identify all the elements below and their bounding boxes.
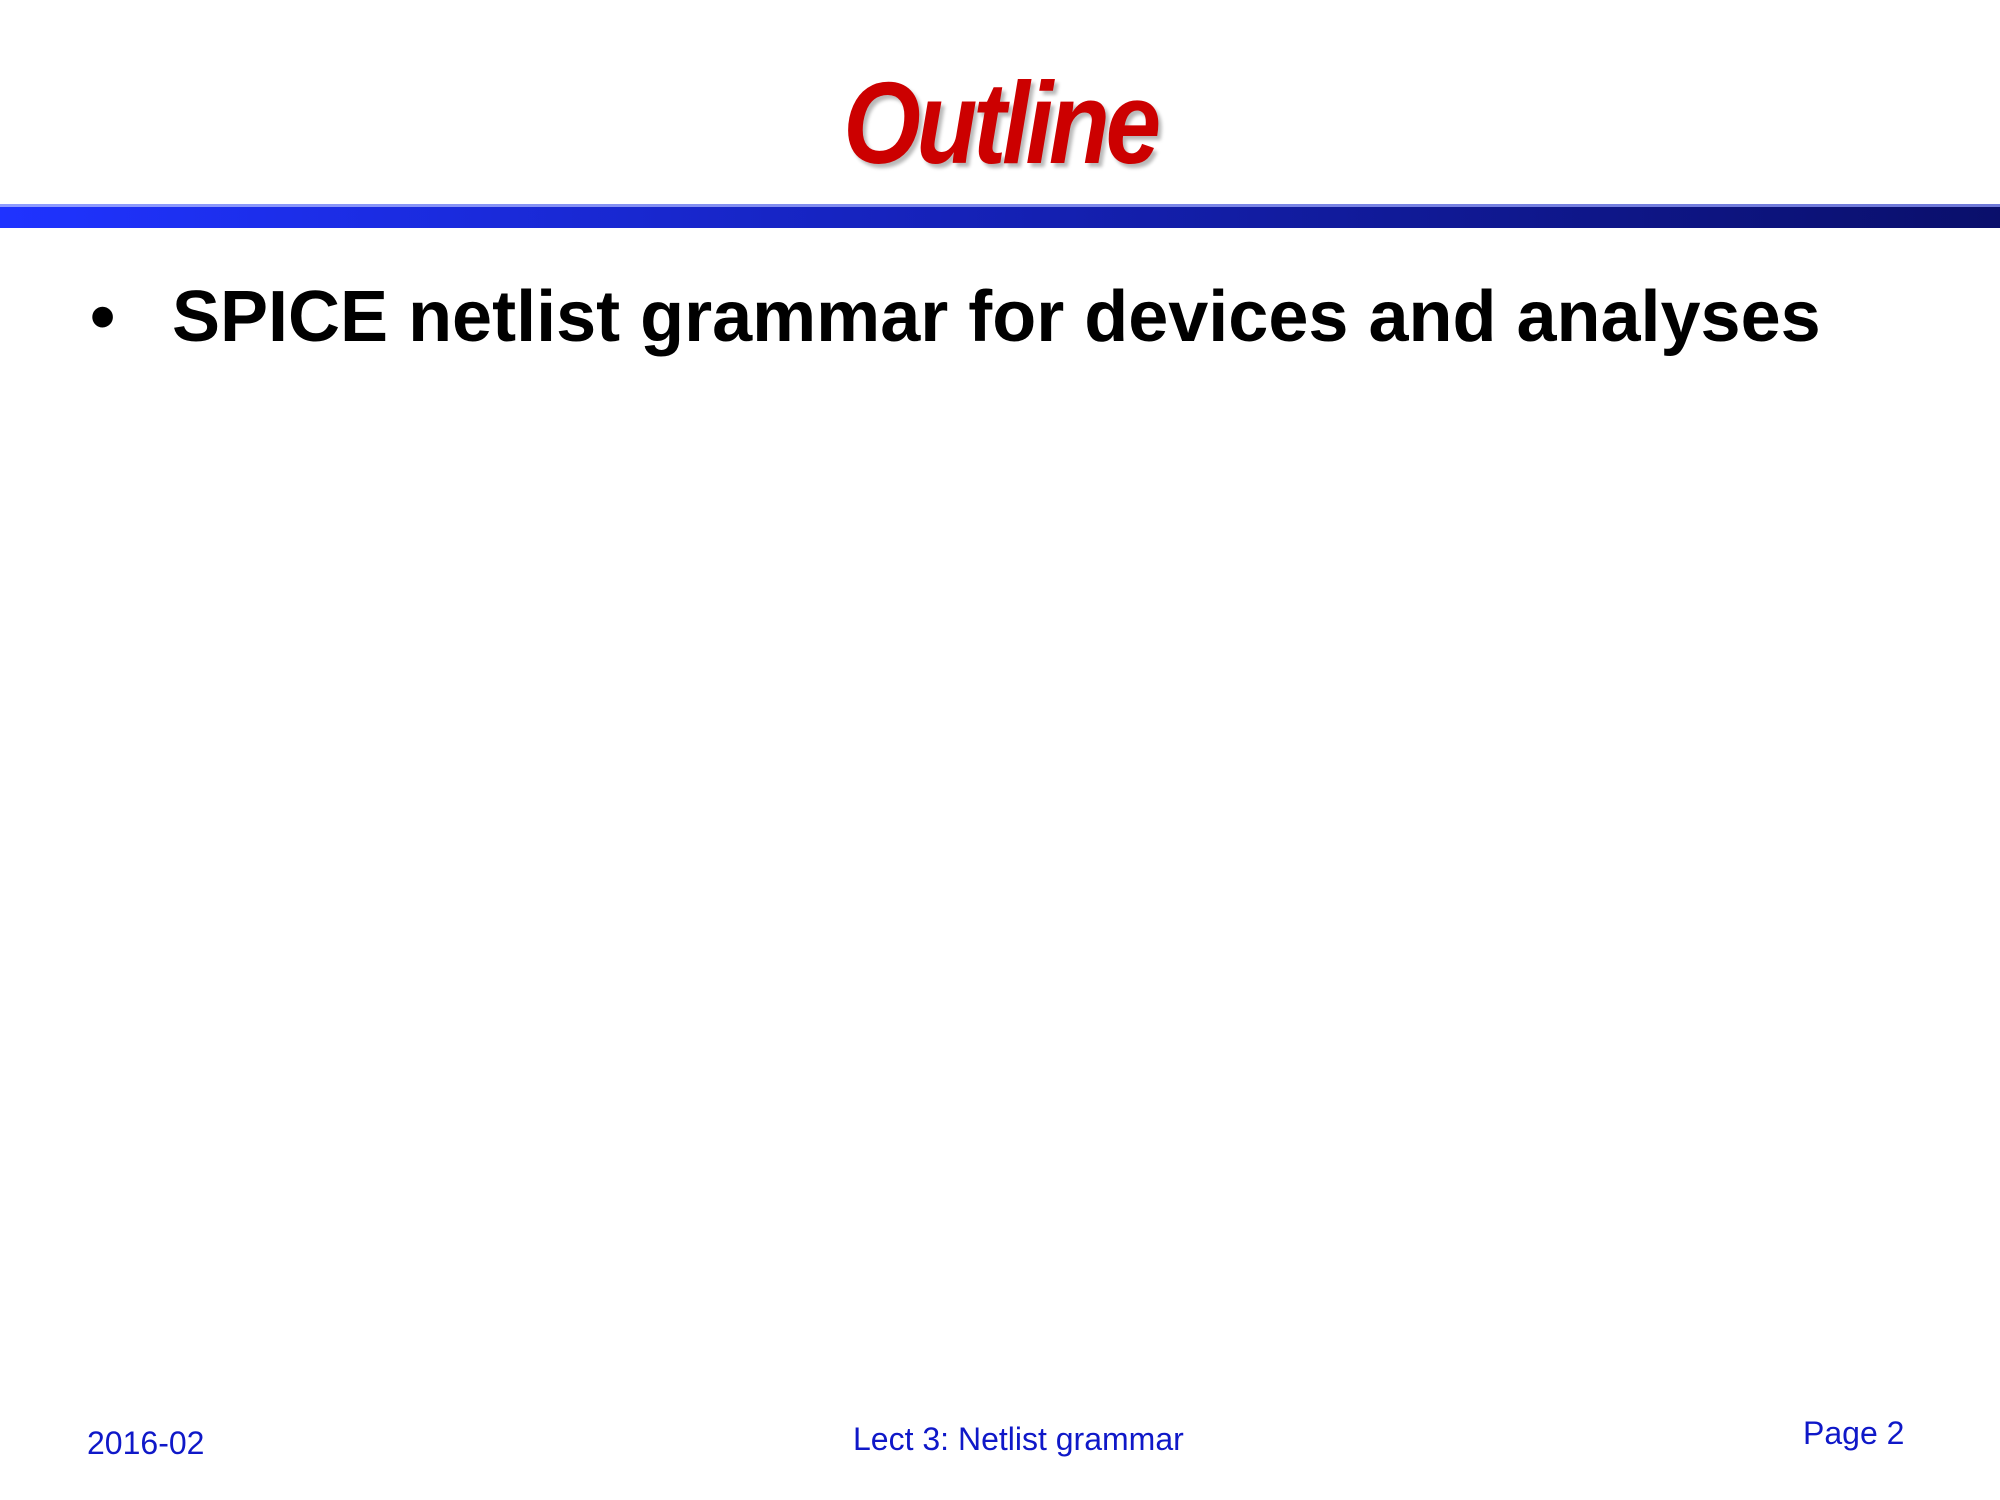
footer-lecture-title: Lect 3: Netlist grammar: [853, 1421, 1184, 1457]
footer-date: 2016-02: [87, 1425, 205, 1461]
footer-page-number: Page 2: [1803, 1415, 1905, 1451]
title-divider-highlight: [0, 204, 2000, 207]
bullet-item: • SPICE netlist grammar for devices and …: [90, 268, 1830, 366]
bullet-text: SPICE netlist grammar for devices and an…: [172, 277, 1821, 357]
bullet-marker: •: [90, 277, 116, 357]
slide: Outline • SPICE netlist grammar for devi…: [0, 0, 2000, 1500]
title-divider-bar: [0, 204, 2000, 228]
bullet-list: • SPICE netlist grammar for devices and …: [90, 268, 1830, 366]
slide-title: Outline: [843, 58, 1161, 188]
